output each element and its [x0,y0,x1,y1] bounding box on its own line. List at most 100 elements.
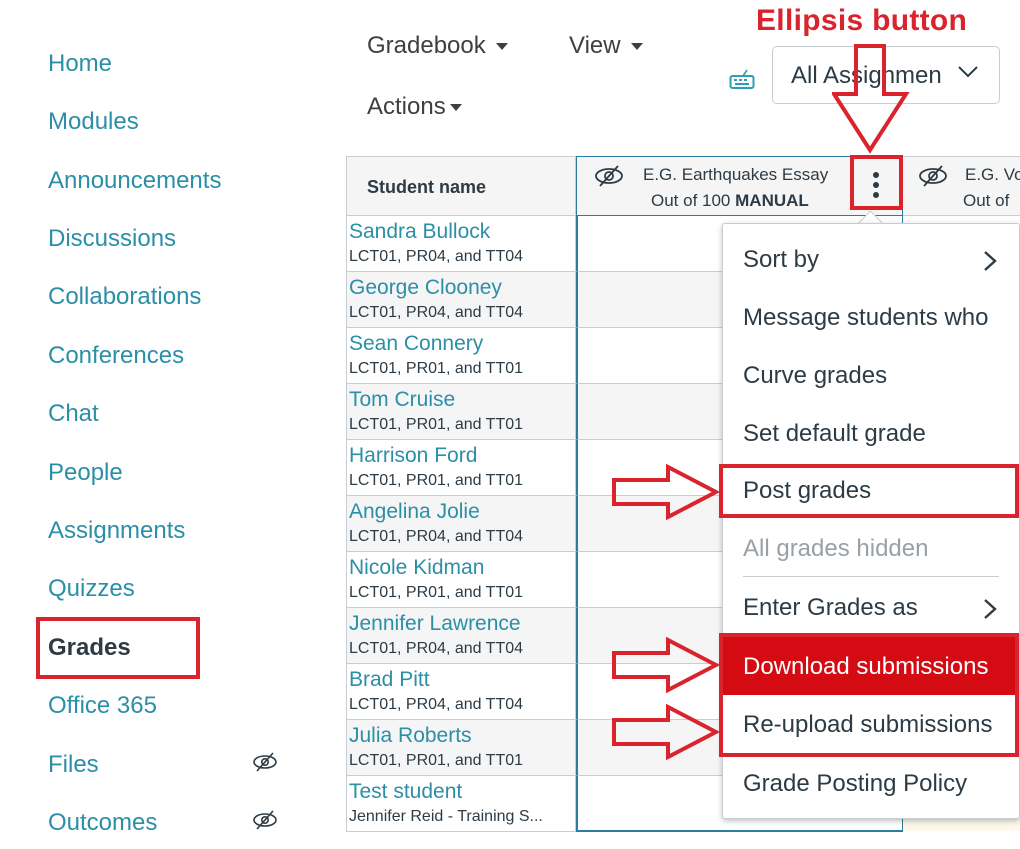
next-assignment-points: Out of [963,191,1010,210]
student-name-link[interactable]: Angelina Jolie [349,500,480,524]
student-name-link[interactable]: Sean Connery [349,332,483,356]
menu-item-label: Grade Posting Policy [743,770,968,797]
student-sections: LCT01, PR01, and TT01 [349,360,524,377]
menu-item-label: Curve grades [743,362,888,389]
menu-item-post-grades[interactable]: Post grades [723,461,1019,519]
caret-down-icon [449,104,462,112]
assignment-points: Out of 100 MANUAL [651,191,809,211]
student-name-header[interactable]: Student name [346,156,576,216]
nav-item-office-365[interactable]: Office 365 [48,692,157,720]
actions-label: Actions [367,93,446,120]
menu-item-label: Re-upload submissions [743,711,993,738]
chevron-right-icon [984,599,997,619]
annotation-arrow-right-icon [612,637,720,693]
student-name-link[interactable]: Julia Roberts [349,724,472,748]
menu-item-label: Sort by [743,246,820,273]
actions-menu-button[interactable]: Actions [367,93,462,121]
next-assignment-column-header[interactable]: E.G. Vo Out of [903,156,1020,216]
grades-highlight-box [36,617,200,679]
gradebook-label: Gradebook [367,32,486,59]
nav-item-quizzes[interactable]: Quizzes [48,575,135,603]
menu-item-label: Enter Grades as [743,594,918,621]
assignment-options-menu: Sort by Message students who Curve grade… [722,223,1020,819]
student-name-link[interactable]: Test student [349,780,462,804]
nav-item-assignments[interactable]: Assignments [48,517,185,545]
next-assignment-title: E.G. Vo [965,165,1020,184]
student-sections: LCT01, PR01, and TT01 [349,416,524,433]
dot [873,192,879,198]
nav-item-home[interactable]: Home [48,50,112,78]
menu-item-label: Message students who [743,304,989,331]
nav-item-discussions[interactable]: Discussions [48,225,176,253]
menu-item-set-default-grade[interactable]: Set default grade [723,404,1019,462]
course-navigation: Home Modules Announcements Discussions C… [0,0,330,849]
student-sections: LCT01, PR04, and TT04 [349,640,524,657]
student-row: Sean Connery LCT01, PR01, and TT01 [346,328,576,384]
student-sections: LCT01, PR04, and TT04 [349,304,524,321]
menu-item-curve-grades[interactable]: Curve grades [723,346,1019,404]
dot [873,172,879,178]
assignment-options-ellipsis-button[interactable] [850,155,903,210]
annotation-arrow-down-icon [832,44,910,154]
student-name-link[interactable]: Sandra Bullock [349,220,490,244]
student-sections: LCT01, PR01, and TT01 [349,472,524,489]
nav-item-announcements[interactable]: Announcements [48,167,221,195]
menu-item-message-students[interactable]: Message students who [723,288,1019,346]
nav-item-modules[interactable]: Modules [48,108,139,136]
caret-down-icon [495,43,508,51]
hidden-eye-icon [253,810,277,830]
keyboard-icon[interactable] [729,68,755,90]
assignment-title: E.G. Earthquakes Essay [643,165,829,184]
menu-item-reupload-submissions[interactable]: Re-upload submissions [723,695,1019,753]
grading-type: MANUAL [735,191,809,210]
nav-item-people[interactable]: People [48,459,123,487]
nav-item-outcomes[interactable]: Outcomes [48,809,157,837]
student-row: Sandra Bullock LCT01, PR04, and TT04 [346,216,576,272]
menu-item-enter-grades-as[interactable]: Enter Grades as [723,578,1019,636]
hidden-eye-icon [595,165,623,187]
caret-down-icon [630,43,643,51]
hidden-eye-icon [919,165,947,187]
chevron-down-icon [958,66,978,78]
student-sections: LCT01, PR04, and TT04 [349,248,524,265]
student-name-header-label: Student name [367,177,487,197]
student-row: George Clooney LCT01, PR04, and TT04 [346,272,576,328]
student-name-link[interactable]: Jennifer Lawrence [349,612,521,636]
student-row: Brad Pitt LCT01, PR04, and TT04 [346,664,576,720]
menu-item-grade-posting-policy[interactable]: Grade Posting Policy [723,754,1019,812]
student-name-link[interactable]: Brad Pitt [349,668,430,692]
nav-item-conferences[interactable]: Conferences [48,342,184,370]
view-menu-button[interactable]: View [569,32,643,60]
student-row: Harrison Ford LCT01, PR01, and TT01 [346,440,576,496]
annotation-arrow-right-icon [612,464,720,520]
student-name-link[interactable]: Harrison Ford [349,444,477,468]
nav-item-collaborations[interactable]: Collaborations [48,283,201,311]
student-row: Tom Cruise LCT01, PR01, and TT01 [346,384,576,440]
menu-item-all-grades-hidden: All grades hidden [723,519,1019,577]
student-row: Julia Roberts LCT01, PR01, and TT01 [346,720,576,776]
student-sections: Jennifer Reid - Training S... [349,808,543,825]
student-name-link[interactable]: George Clooney [349,276,502,300]
student-sections: LCT01, PR04, and TT04 [349,528,524,545]
annotation-arrow-right-icon [612,704,720,760]
menu-item-sort-by[interactable]: Sort by [723,230,1019,288]
annotation-title: Ellipsis button [756,4,968,37]
menu-item-label: Post grades [743,477,872,504]
student-sections: LCT01, PR01, and TT01 [349,752,524,769]
nav-item-chat[interactable]: Chat [48,400,99,428]
dot [873,182,879,188]
student-name-link[interactable]: Tom Cruise [349,388,455,412]
gradebook-menu-button[interactable]: Gradebook [367,32,508,60]
student-name-link[interactable]: Nicole Kidman [349,556,484,580]
student-row: Jennifer Lawrence LCT01, PR04, and TT04 [346,608,576,664]
menu-item-label: All grades hidden [743,535,929,562]
menu-item-download-submissions[interactable]: Download submissions [723,637,1019,695]
student-sections: LCT01, PR04, and TT04 [349,696,524,713]
view-label: View [569,32,621,59]
menu-separator [743,576,999,577]
menu-item-label: Set default grade [743,420,926,447]
student-row: Test student Jennifer Reid - Training S..… [346,776,576,832]
student-row: Nicole Kidman LCT01, PR01, and TT01 [346,552,576,608]
nav-item-files[interactable]: Files [48,751,99,779]
hidden-eye-icon [253,752,277,772]
